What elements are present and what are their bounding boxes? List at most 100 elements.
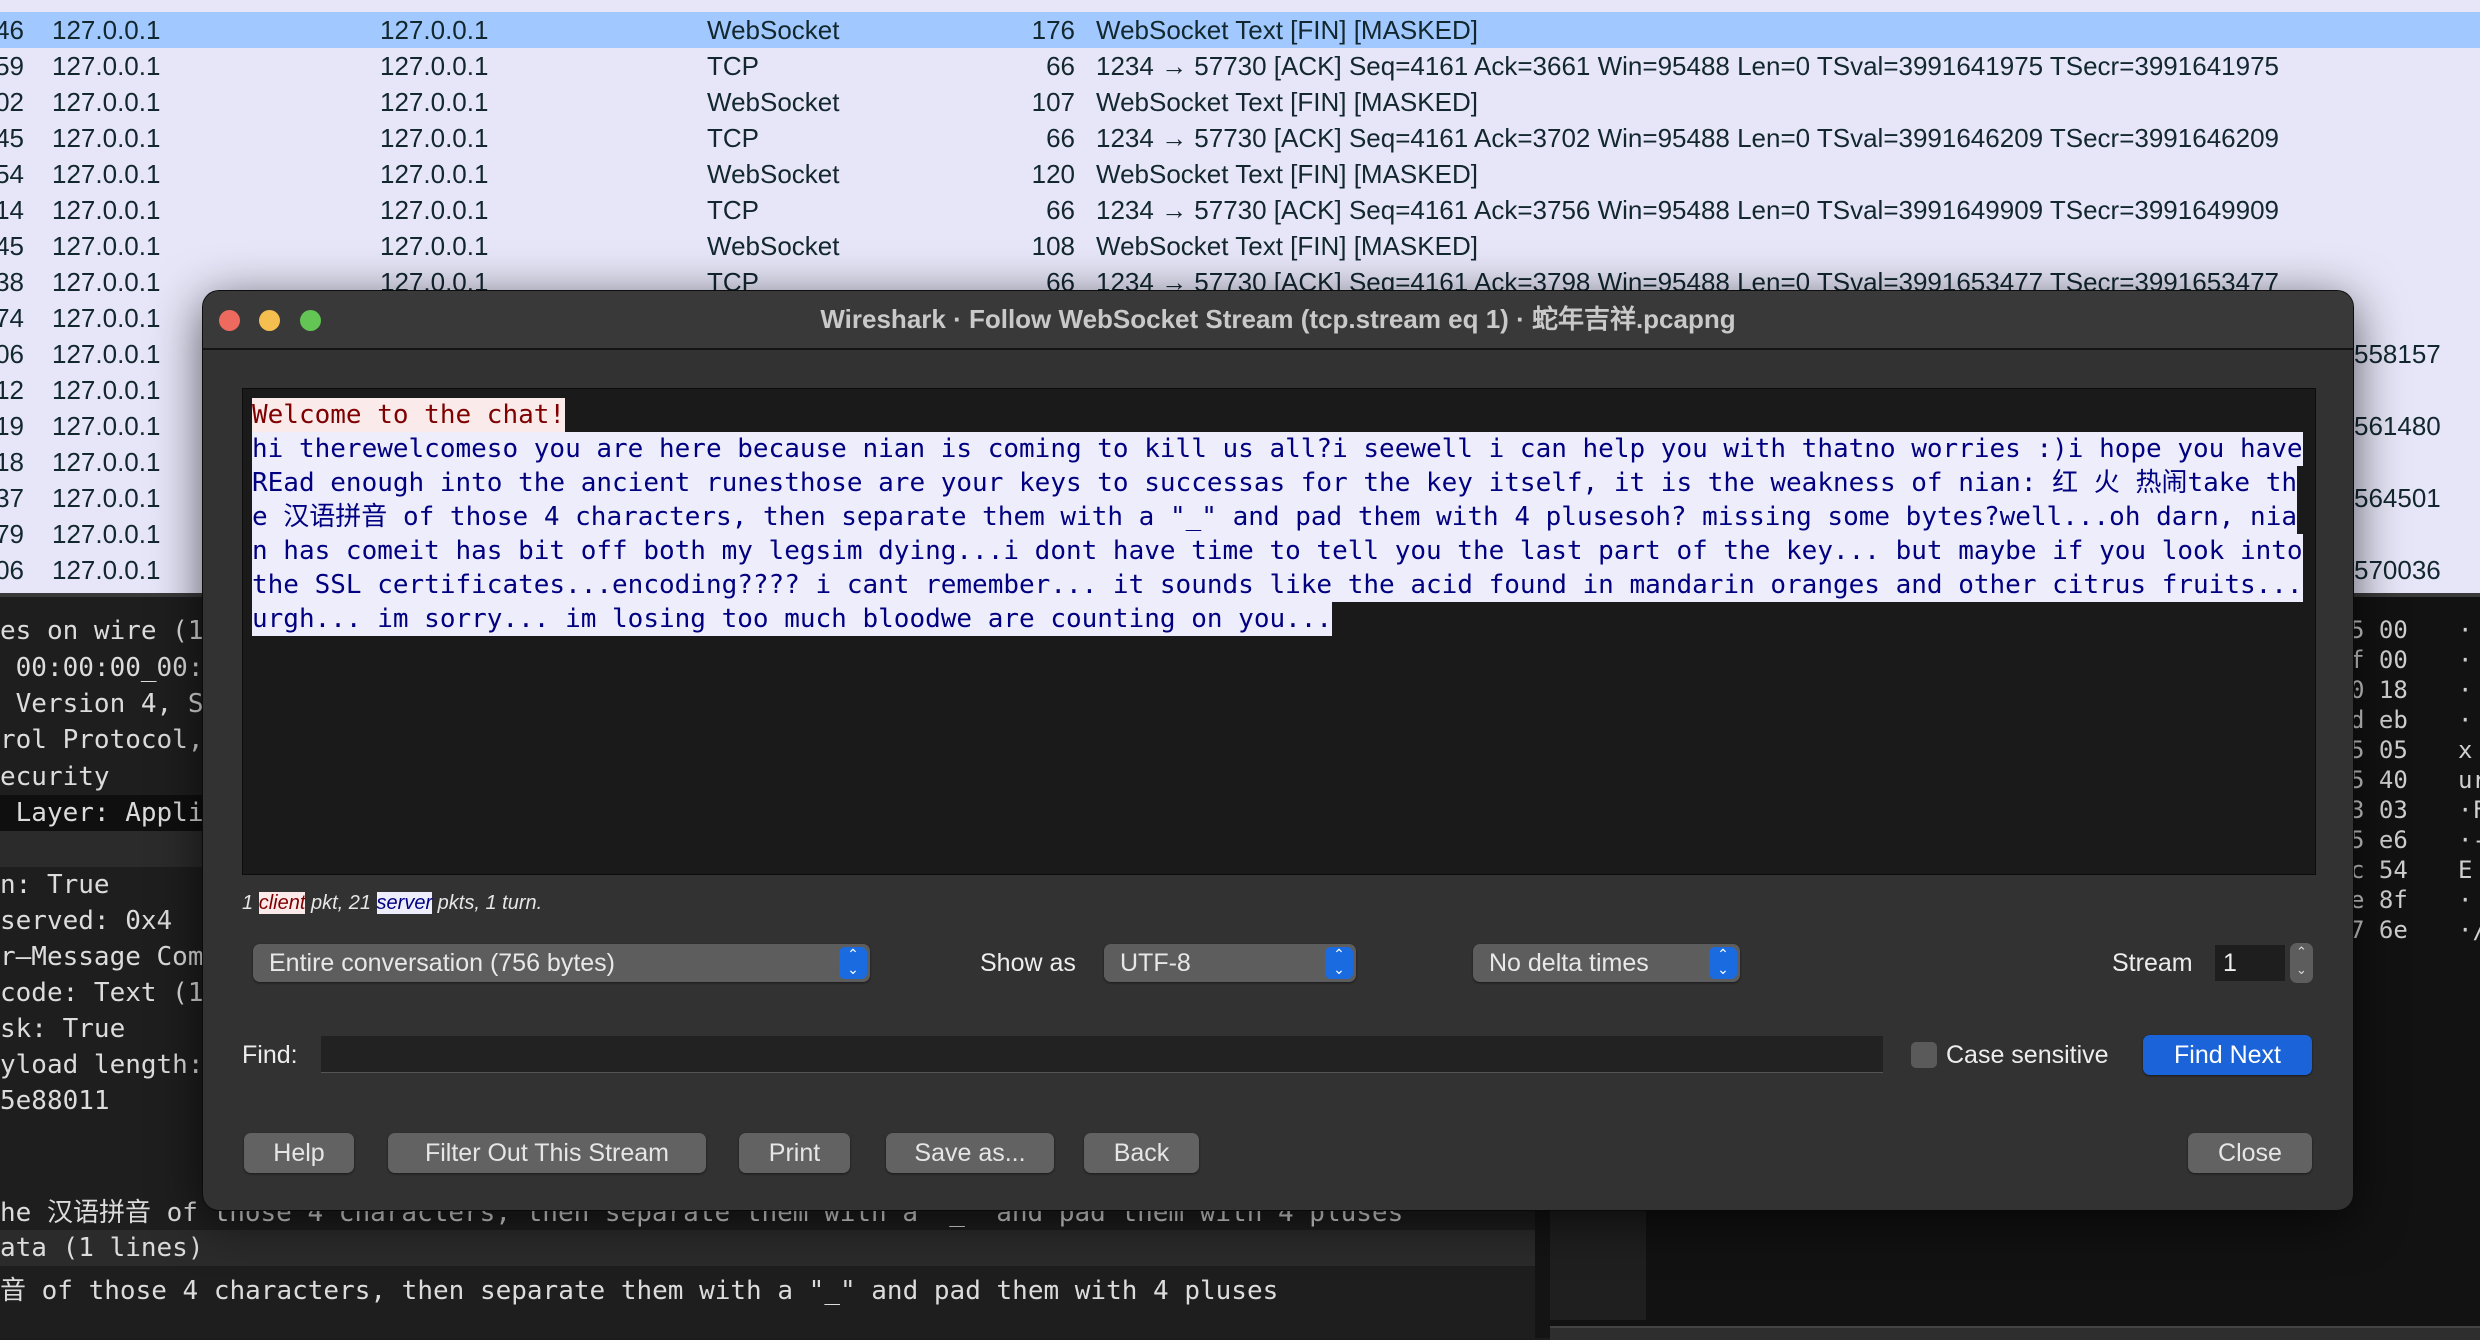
packet-row[interactable]: 45 127.0.0.1 127.0.0.1 TCP 66 1234 → 57730 [A… [0, 120, 2480, 156]
stream-label: Stream [2112, 949, 2193, 977]
packet-row-partial[interactable] [0, 0, 2480, 10]
server-message-line: hi therewelcomeso you are here because n… [252, 432, 2303, 466]
hex-ascii[interactable]: E [2458, 855, 2472, 885]
client-label: client [258, 892, 306, 914]
packet-proto: WebSocket [707, 15, 840, 45]
hex-bytes[interactable]: 3 03 [2350, 795, 2408, 825]
packet-row[interactable]: 59 127.0.0.1 127.0.0.1 TCP 66 1234 → 57730 [A… [0, 48, 2480, 84]
close-button[interactable]: Close [2188, 1133, 2312, 1173]
stats-mid: pkt, 21 [305, 892, 377, 914]
hex-ascii[interactable]: · [2458, 645, 2472, 675]
packet-no: 06 [0, 339, 24, 369]
packet-len: 176 [1031, 15, 1075, 45]
hex-bytes[interactable]: 7 6e [2350, 915, 2408, 945]
follow-stream-dialog: Wireshark · Follow WebSocket Stream (tcp… [203, 291, 2353, 1210]
packet-no: 19 [0, 411, 24, 441]
chevron-up-down-icon: ⌃ ⌄ [1325, 947, 1353, 979]
hex-bytes[interactable]: 0 18 [2350, 675, 2408, 705]
chevron-down-icon[interactable]: ⌄ [2296, 962, 2307, 977]
title-bar[interactable]: Wireshark · Follow WebSocket Stream (tcp… [203, 291, 2353, 350]
chevron-up-icon[interactable]: ⌃ [2296, 944, 2307, 959]
packet-src: 127.0.0.1 [52, 195, 161, 225]
packet-proto: TCP [707, 195, 759, 225]
hex-bytes[interactable]: f 00 [2350, 645, 2408, 675]
show-as-select[interactable]: UTF-8 ⌃ ⌄ [1104, 944, 1356, 982]
packet-src: 127.0.0.1 [52, 483, 161, 513]
packet-row[interactable]: 46 127.0.0.1 127.0.0.1 WebSocket 176 WebSocke… [0, 12, 2480, 48]
hex-ascii[interactable]: · [2458, 615, 2472, 645]
hex-bytes[interactable]: d eb [2350, 705, 2408, 735]
help-button[interactable]: Help [244, 1133, 354, 1173]
packet-no: 06 [0, 555, 24, 585]
packet-no: 54 [0, 159, 24, 189]
hex-ascii[interactable]: · [2458, 885, 2472, 915]
packet-no: 14 [0, 195, 24, 225]
hex-bytes[interactable]: 5 40 [2350, 765, 2408, 795]
hex-ascii[interactable]: · [2458, 705, 2472, 735]
find-input[interactable] [321, 1036, 1883, 1073]
packet-dst: 127.0.0.1 [380, 231, 489, 261]
packet-proto: WebSocket [707, 159, 840, 189]
back-button[interactable]: Back [1084, 1133, 1199, 1173]
packet-dst: 127.0.0.1 [380, 195, 489, 225]
packet-proto: WebSocket [707, 231, 840, 261]
stats-end: pkts, 1 turn. [432, 892, 543, 914]
hex-ascii[interactable]: x [2458, 735, 2472, 765]
conversation-select[interactable]: Entire conversation (756 bytes) ⌃ ⌄ [253, 944, 870, 982]
packet-len: 107 [1031, 87, 1075, 117]
packet-info: WebSocket Text [FIN] [MASKED] [1096, 87, 1478, 117]
packet-len: 66 [1046, 51, 1075, 81]
detail-tree-item[interactable]: 音 of those 4 characters, then separate t… [0, 1273, 1535, 1309]
packet-no: 37 [0, 483, 24, 513]
packet-dst: 127.0.0.1 [380, 15, 489, 45]
packet-row[interactable]: 45 127.0.0.1 127.0.0.1 WebSocket 108 WebSocke… [0, 228, 2480, 264]
packet-info: 1234 → 57730 [ACK] Seq=4161 Ack=3702 Win… [1096, 123, 2279, 153]
packet-len: 66 [1046, 123, 1075, 153]
find-label: Find: [242, 1041, 298, 1069]
hex-bytes[interactable]: 5 05 [2350, 735, 2408, 765]
packet-src: 127.0.0.1 [52, 87, 161, 117]
case-sensitive-checkbox[interactable] [1911, 1042, 1937, 1068]
packet-len: 108 [1031, 231, 1075, 261]
packet-src: 127.0.0.1 [52, 375, 161, 405]
packet-row[interactable]: 14 127.0.0.1 127.0.0.1 TCP 66 1234 → 57730 [A… [0, 192, 2480, 228]
server-label: server [376, 892, 433, 914]
save-as-button[interactable]: Save as... [886, 1133, 1054, 1173]
packet-proto: WebSocket [707, 87, 840, 117]
hex-ascii[interactable]: ·/ [2458, 915, 2480, 945]
detail-tree-item[interactable]: ata (1 lines) [0, 1230, 1535, 1266]
hex-ascii[interactable]: ·- [2458, 825, 2480, 855]
stream-content[interactable]: Welcome to the chat! hi therewelcomeso y… [242, 388, 2316, 875]
delta-times-select[interactable]: No delta times ⌃ ⌄ [1473, 944, 1740, 982]
hex-bytes[interactable]: 5 00 [2350, 615, 2408, 645]
packet-info: 1234 → 57730 [ACK] Seq=4161 Ack=3661 Win… [1096, 51, 2279, 81]
find-next-button[interactable]: Find Next [2143, 1035, 2312, 1075]
packet-no: 79 [0, 519, 24, 549]
print-button[interactable]: Print [739, 1133, 850, 1173]
server-message-line: the SSL certificates...encoding???? i ca… [252, 568, 2303, 602]
stream-stats: 1 client pkt, 21 server pkts, 1 turn. [242, 892, 542, 915]
packet-src: 127.0.0.1 [52, 123, 161, 153]
filter-out-stream-button[interactable]: Filter Out This Stream [388, 1133, 706, 1173]
hex-ascii[interactable]: ur [2458, 765, 2480, 795]
packet-info: WebSocket Text [FIN] [MASKED] [1096, 231, 1478, 261]
stream-stepper[interactable]: ⌃ ⌄ [2290, 943, 2313, 983]
packet-row[interactable]: 54 127.0.0.1 127.0.0.1 WebSocket 120 WebSocke… [0, 156, 2480, 192]
hex-bytes[interactable]: 5 e6 [2350, 825, 2408, 855]
stream-number-input[interactable]: 1 [2215, 945, 2285, 981]
packet-no: 12 [0, 375, 24, 405]
hex-ascii[interactable]: ·F [2458, 795, 2480, 825]
chevron-up-down-icon: ⌃ ⌄ [1709, 947, 1737, 979]
packet-row[interactable]: 02 127.0.0.1 127.0.0.1 WebSocket 107 WebSocke… [0, 84, 2480, 120]
packet-src: 127.0.0.1 [52, 411, 161, 441]
packet-src: 127.0.0.1 [52, 555, 161, 585]
packet-info: WebSocket Text [FIN] [MASKED] [1096, 15, 1478, 45]
packet-proto: TCP [707, 123, 759, 153]
hex-ascii[interactable]: · [2458, 675, 2472, 705]
hex-bytes[interactable]: e 8f [2350, 885, 2408, 915]
packet-tail: 564501 [2354, 483, 2441, 513]
packet-src: 127.0.0.1 [52, 303, 161, 333]
packet-no: 59 [0, 51, 24, 81]
hex-bytes[interactable]: c 54 [2350, 855, 2408, 885]
delta-times-value: No delta times [1489, 949, 1649, 977]
